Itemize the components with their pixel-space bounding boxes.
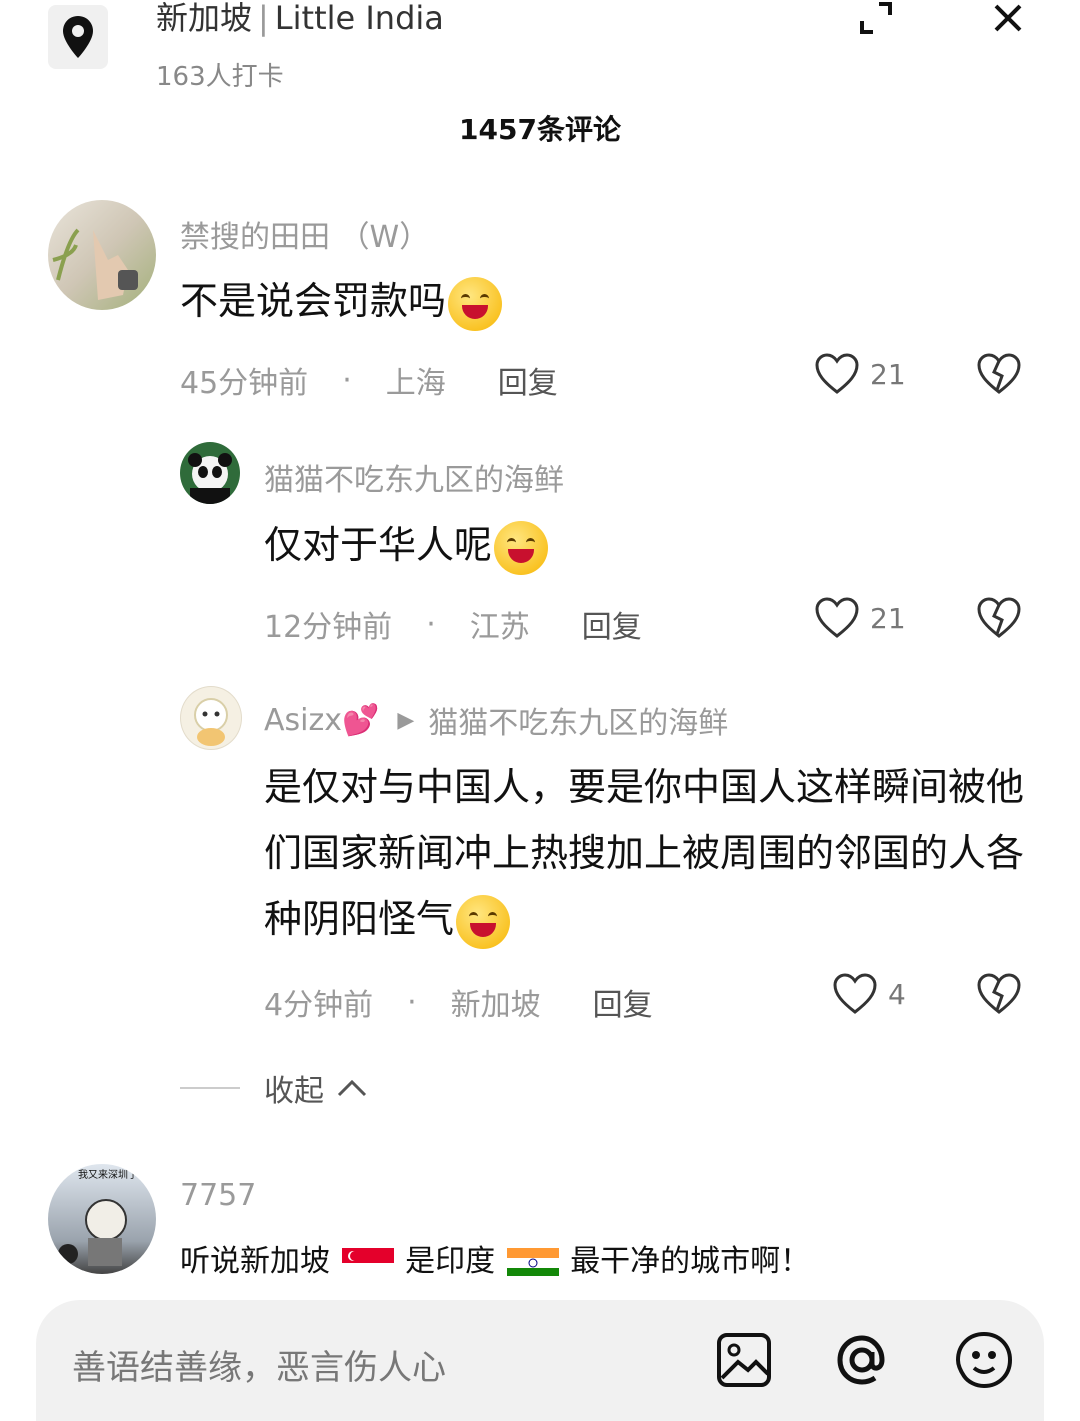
at-icon[interactable] (832, 1330, 892, 1390)
avatar[interactable] (180, 442, 240, 504)
avatar[interactable] (180, 686, 242, 750)
comment-text: 是仅对与中国人，要是你中国人这样瞬间被他们国家新闻冲上热搜加上被周围的邻国的人各… (264, 754, 1034, 952)
comment-body-part: 听说新加坡 (180, 1244, 330, 1276)
meta-dot: · (407, 984, 417, 1020)
close-icon[interactable] (990, 0, 1026, 36)
location-name: 新加坡 (156, 0, 253, 37)
comment-time: 12分钟前 (264, 610, 393, 645)
heart-icon (833, 973, 877, 1014)
meta-dot: · (426, 606, 436, 642)
title-separator: | (258, 0, 269, 37)
comment-meta: 12分钟前 · 江苏 回复 (264, 602, 642, 646)
comment-body-part: 最干净的城市啊！ (570, 1244, 811, 1276)
collapse-divider (180, 1087, 240, 1089)
checkin-count: 163人打卡 (156, 62, 284, 92)
reply-arrow-icon: ▶ (397, 707, 415, 733)
comment-location: 江苏 (469, 610, 530, 645)
comment-meta: 45分钟前 · 上海 回复 (180, 358, 558, 402)
collapse-replies-button[interactable]: 收起 (180, 1066, 368, 1110)
like-count: 21 (870, 601, 906, 635)
grinning-squint-emoji-icon (448, 276, 503, 331)
comment-username[interactable]: 禁搜的田田 （W） (180, 212, 429, 256)
dislike-button[interactable] (976, 596, 1022, 644)
like-count: 21 (870, 357, 906, 391)
chevron-up-icon (337, 1079, 367, 1097)
meta-dot: · (342, 362, 352, 398)
broken-heart-icon (977, 353, 1021, 394)
reply-button[interactable]: 回复 (582, 602, 642, 646)
avatar[interactable] (48, 200, 156, 310)
comment-body: 是仅对与中国人，要是你中国人这样瞬间被他们国家新闻冲上热搜加上被周围的邻国的人各… (264, 765, 1025, 941)
collapse-icon[interactable] (858, 0, 894, 36)
avatar[interactable]: 我又来深圳了 (48, 1164, 156, 1274)
comment-text: 听说新加坡 是印度 最干净的城市啊！ (180, 1236, 1040, 1276)
reply-to-username[interactable]: 猫猫不吃东九区的海鲜 (428, 698, 728, 742)
like-button[interactable]: 4 (832, 972, 906, 1016)
india-flag-icon (506, 1247, 559, 1276)
dislike-button[interactable] (976, 352, 1022, 400)
singapore-flag-icon (341, 1247, 394, 1276)
comment-meta: 4分钟前 · 新加坡 回复 (264, 980, 653, 1024)
comment-body: 不是说会罚款吗 (180, 279, 447, 323)
comment-username[interactable]: 猫猫不吃东九区的海鲜 (264, 455, 564, 499)
comment-location: 上海 (385, 366, 446, 401)
reply-button[interactable]: 回复 (498, 358, 558, 402)
broken-heart-icon (977, 973, 1021, 1014)
heart-icon (815, 597, 859, 638)
comment-body: 仅对于华人呢 (264, 523, 493, 567)
comment-text: 仅对于华人呢 (264, 512, 549, 578)
place-title[interactable]: 新加坡 | Little India (156, 0, 444, 36)
comment-time: 4分钟前 (264, 988, 374, 1023)
like-button[interactable]: 21 (814, 352, 906, 396)
comment-body-part: 是印度 (405, 1244, 496, 1276)
like-count: 4 (888, 977, 906, 1011)
comment-location: 新加坡 (450, 988, 541, 1023)
image-icon[interactable] (714, 1330, 774, 1390)
comment-input[interactable]: 善语结善缘，恶言伤人心 (72, 1340, 446, 1389)
grinning-emoji-icon (456, 894, 511, 949)
reply-header: Asizx💕 ▶ 猫猫不吃东九区的海鲜 (264, 698, 728, 742)
comment-text-clip: 听说新加坡 是印度 最干净的城市啊！ (180, 1236, 1040, 1276)
like-button[interactable]: 21 (814, 596, 906, 640)
emoji-icon[interactable] (954, 1330, 1014, 1390)
avatar-caption: 我又来深圳了 (78, 1170, 138, 1181)
location-pin-icon[interactable] (48, 5, 108, 69)
broken-heart-icon (977, 597, 1021, 638)
place-name: Little India (274, 0, 444, 37)
crying-laughing-emoji-icon (494, 520, 549, 575)
comment-count: 1457条评论 (459, 113, 621, 146)
comment-username[interactable]: Asizx💕 (264, 703, 379, 738)
comment-username[interactable]: 7757 (180, 1178, 256, 1213)
reply-button[interactable]: 回复 (593, 980, 653, 1024)
dislike-button[interactable] (976, 972, 1022, 1020)
collapse-label: 收起 (264, 1074, 324, 1109)
heart-icon (815, 353, 859, 394)
comment-time: 45分钟前 (180, 366, 309, 401)
comment-text: 不是说会罚款吗 (180, 268, 503, 334)
